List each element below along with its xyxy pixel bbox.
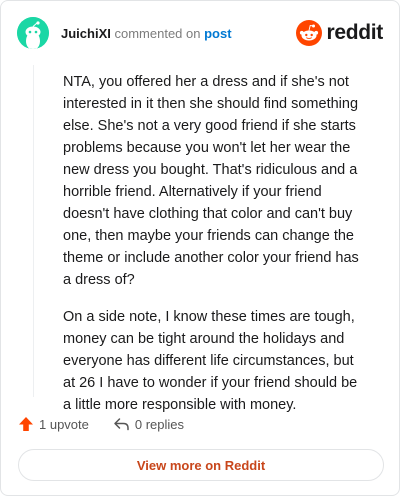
snoo-avatar-icon [17,17,49,49]
comment-body: NTA, you offered her a dress and if she'… [63,71,363,431]
upvote-count: 1 upvote [39,416,89,432]
view-more-button[interactable]: View more on Reddit [18,449,384,481]
view-more-label: View more on Reddit [136,457,266,473]
replies-count: 0 replies [134,416,185,432]
upvote-button[interactable]: 1 upvote [18,416,89,432]
reddit-brand[interactable]: reddit [296,19,383,47]
comment-paragraph: On a side note, I know these times are t… [63,309,358,413]
comment-actions: 1 upvote 0 replies [18,413,208,435]
reply-arrow-icon [114,418,129,431]
comment-header: JuichiXI commented on post reddit [17,17,383,51]
reddit-logo-icon [296,20,323,46]
commented-on-text: commented on [114,26,201,41]
comment-embed-card: JuichiXI commented on post reddit NTA, y… [0,0,400,496]
replies-button[interactable]: 0 replies [113,416,184,432]
post-link[interactable]: post [204,26,231,41]
reddit-wordmark: reddit [326,21,383,44]
comment-meta: JuichiXI commented on post [61,26,232,42]
thread-line[interactable] [33,65,34,397]
avatar[interactable] [17,17,49,49]
upvote-arrow-icon [19,417,33,431]
comment-paragraph: NTA, you offered her a dress and if she'… [63,74,359,288]
author-name[interactable]: JuichiXI [61,26,111,41]
